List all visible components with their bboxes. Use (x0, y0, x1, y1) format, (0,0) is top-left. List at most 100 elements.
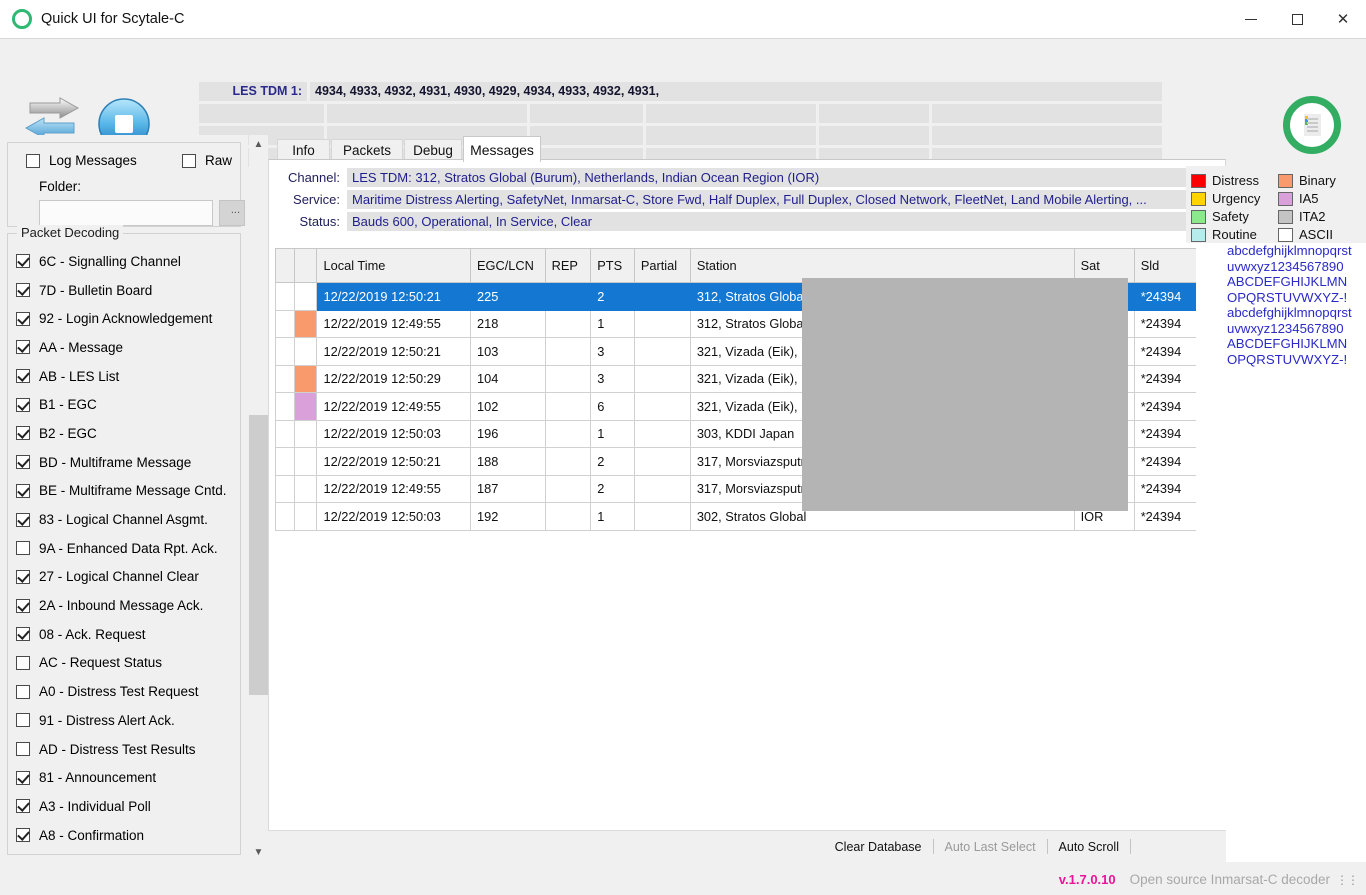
legend-item: IA5 (1278, 190, 1336, 207)
message-text-pane[interactable]: abcdefghijklmnopqrst uvwxyz1234567890 ABCD… (1227, 243, 1366, 862)
table-cell-pts: 6 (590, 392, 635, 421)
row-index-cell (275, 419, 295, 448)
message-text-line: abcdefghijklmnopqrst (1227, 243, 1352, 258)
checkbox-icon (16, 455, 30, 470)
packet-decoding-label: B1 - EGC (39, 397, 97, 413)
scroll-up-icon[interactable]: ▲ (249, 135, 268, 154)
packet-decoding-item[interactable]: A3 - Individual Poll (16, 792, 241, 821)
packet-decoding-item[interactable]: AA - Message (16, 333, 241, 362)
info-grid-value: 4934, 4933, 4932, 4931, 4930, 4929, 4934… (310, 82, 1162, 101)
packet-decoding-item[interactable]: AD - Distress Test Results (16, 735, 241, 764)
table-column-header[interactable]: PTS (590, 248, 635, 283)
folder-browse-button[interactable]: ... (219, 200, 245, 226)
packet-decoding-item[interactable]: 81 - Announcement (16, 763, 241, 792)
messages-panel: Channel: LES TDM: 312, Stratos Global (Bu… (268, 159, 1226, 862)
table-cell-partial (633, 392, 691, 421)
table-column-header[interactable]: REP (544, 248, 592, 283)
packet-decoding-item[interactable]: AB - LES List (16, 362, 241, 391)
packet-decoding-item[interactable]: B2 - EGC (16, 419, 241, 448)
packet-decoding-item[interactable]: B1 - EGC (16, 390, 241, 419)
table-column-header[interactable] (275, 248, 295, 283)
color-legend: Distress Urgency Safety Routine Binary IA5 IT… (1186, 166, 1366, 243)
packet-decoding-item[interactable]: A8 - Confirmation (16, 821, 241, 850)
packet-decoding-item[interactable]: 08 - Ack. Request (16, 620, 241, 649)
row-index-cell (275, 364, 295, 393)
packet-decoding-item[interactable]: 91 - Distress Alert Ack. (16, 706, 241, 735)
table-column-header[interactable]: Sld (1133, 248, 1198, 283)
table-cell-pts: 2 (590, 282, 635, 311)
checkbox-icon (16, 770, 30, 785)
packet-decoding-item[interactable]: A0 - Distress Test Request (16, 677, 241, 706)
packet-decoding-label: AC - Request Status (39, 655, 163, 671)
packet-decoding-item[interactable]: 92 - Login Acknowledgement (16, 304, 241, 333)
folder-label: Folder: (39, 179, 82, 194)
table-column-header[interactable]: Local Time (316, 248, 471, 283)
maximize-button[interactable] (1274, 0, 1320, 39)
table-cell-egc: 192 (469, 502, 546, 531)
legend-column-encoding: Binary IA5 ITA2 ASCII (1278, 172, 1336, 244)
checkbox-icon (16, 627, 30, 642)
table-cell-partial (633, 337, 691, 366)
minimize-icon (1245, 18, 1257, 20)
row-index-cell (275, 282, 295, 311)
clear-database-button[interactable]: Clear Database (824, 840, 933, 854)
info-grid-cell (819, 104, 929, 123)
table-cell-sld: *24394 (1133, 282, 1198, 311)
message-text-line: OPQRSTUVWXYZ-! (1227, 351, 1348, 367)
packet-decoding-label: A8 - Confirmation (39, 827, 145, 843)
log-messages-label: Log Messages (49, 153, 137, 168)
tab-messages[interactable]: Messages (463, 136, 541, 162)
table-column-header[interactable] (293, 248, 318, 283)
info-grid-cell (327, 104, 527, 123)
table-cell-pts: 2 (590, 447, 635, 476)
packet-decoding-label: 81 - Announcement (39, 770, 157, 786)
packet-decoding-item[interactable]: 9A - Enhanced Data Rpt. Ack. (16, 534, 241, 563)
resize-grip-icon[interactable]: ⋮⋮ (1336, 873, 1359, 887)
packet-decoding-item[interactable]: 2A - Inbound Message Ack. (16, 591, 241, 620)
row-flag-cell (293, 309, 318, 338)
table-column-header[interactable]: Partial (633, 248, 691, 283)
table-cell-partial (633, 474, 691, 503)
checkbox-icon (16, 569, 30, 584)
packet-decoding-item[interactable]: AC - Request Status (16, 649, 241, 678)
packet-decoding-item[interactable]: 6C - Signalling Channel (16, 247, 241, 276)
folder-input[interactable] (39, 200, 213, 226)
table-cell-egc: 102 (469, 392, 546, 421)
message-text-line: ABCDEFGHIJKLMN (1227, 274, 1348, 289)
redaction-overlay (802, 278, 1128, 511)
table-cell-time: 12/22/2019 12:49:55 (316, 309, 471, 338)
tab-info[interactable]: Info (277, 139, 330, 160)
sidebar-scrollbar[interactable]: ▲ ▼ (249, 135, 268, 862)
legend-label: ITA2 (1299, 209, 1326, 224)
table-cell-rep (544, 392, 592, 421)
packet-decoding-item[interactable]: 27 - Logical Channel Clear (16, 563, 241, 592)
close-button[interactable]: ✕ (1320, 0, 1366, 39)
scrollbar-thumb[interactable] (249, 415, 268, 695)
table-cell-rep (544, 502, 592, 531)
log-messages-checkbox[interactable]: Log Messages (26, 153, 137, 168)
packet-decoding-item[interactable]: BD - Multiframe Message (16, 448, 241, 477)
tab-packets[interactable]: Packets (331, 139, 403, 160)
auto-scroll-button[interactable]: Auto Scroll (1048, 840, 1130, 854)
channel-info-label: Status: (299, 214, 340, 229)
message-text-line: OPQRSTUVWXYZ-! (1227, 289, 1348, 305)
auto-last-select-button[interactable]: Auto Last Select (934, 840, 1047, 854)
packet-decoding-item[interactable]: 83 - Logical Channel Asgmt. (16, 505, 241, 534)
channel-info-value: LES TDM: 312, Stratos Global (Burum), Ne… (347, 168, 1211, 187)
legend-label: Distress (1212, 173, 1259, 188)
legend-color-swatch (1191, 173, 1206, 188)
packet-decoding-label: 91 - Distress Alert Ack. (39, 712, 175, 728)
packet-decoding-item[interactable]: BE - Multiframe Message Cntd. (16, 477, 241, 506)
messages-table-wrapper: Local Time EGC/LCN REP PTS Partial Station Sat… (275, 248, 1198, 531)
table-column-header[interactable]: EGC/LCN (469, 248, 546, 283)
title-bar: Quick UI for Scytale-C ✕ (0, 0, 1366, 39)
raw-checkbox[interactable]: Raw (182, 153, 232, 168)
tab-debug[interactable]: Debug (404, 139, 462, 160)
minimize-button[interactable] (1228, 0, 1274, 39)
channel-info-value: Maritime Distress Alerting, SafetyNet, I… (347, 190, 1211, 209)
scroll-down-icon[interactable]: ▼ (249, 843, 268, 862)
table-cell-time: 12/22/2019 12:50:21 (316, 337, 471, 366)
channel-info-row: Service: Maritime Distress Alerting, Safe… (281, 190, 1211, 209)
checkbox-icon (16, 684, 30, 699)
packet-decoding-item[interactable]: 7D - Bulletin Board (16, 276, 241, 305)
